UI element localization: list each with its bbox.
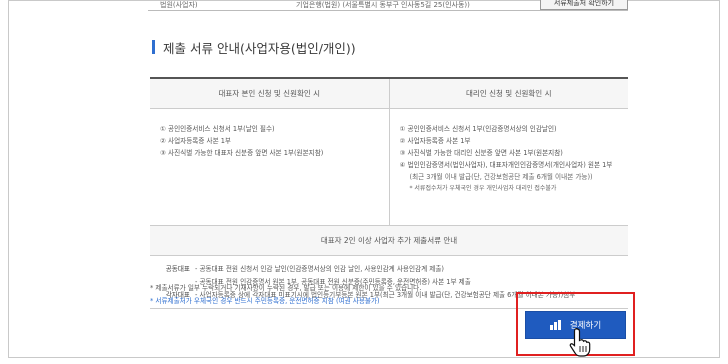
- note: * 제출서류가 일부 누락되거나 기재사항이 누락된 경우, 발급 또는 이용에…: [150, 284, 422, 292]
- divider: [148, 10, 628, 11]
- payment-icon: [549, 320, 562, 330]
- hand-pointer-icon: [569, 327, 591, 357]
- header-agent: 대리인 신청 및 신원확인 시: [388, 79, 629, 108]
- list-item: ④ 법인인감증명서(법인사업자), 대표자개인인감증명서(개인사업자) 원본 1…: [399, 161, 613, 169]
- table-row: 공동대표 - 공동대표 전원 신청서 인감 날인(인감증명서상의 인감 날인, …: [150, 263, 628, 276]
- info-cell-office: 기업은행(법원) (서울특별시 동부구 인사동5길 25(인사동)): [296, 1, 470, 9]
- list-item: ② 사업자등록증 사본 1부: [160, 137, 231, 145]
- list-item: ① 공인인증서비스 신청서 1부(날인 필수): [160, 125, 275, 133]
- document-table: 대표자 본인 신청 및 신원확인 시 대리인 신청 및 신원확인 시 ① 공인인…: [150, 77, 628, 309]
- note-link[interactable]: * 서류제출처가 우체국인 경우 반드시 주민등록증, 운전면허증 지참 (여권…: [150, 295, 421, 308]
- header-self: 대표자 본인 신청 및 신원확인 시: [218, 89, 321, 98]
- check-office-button[interactable]: 서류제출처 확인하기: [540, 0, 628, 10]
- list-item: ③ 사진식별 가능한 대표자 신분증 앞면 사본 1부(원본지참): [160, 149, 324, 157]
- row-text: - 공동대표 전원 신청서 인감 날인(인감증명서상의 인감 날인, 사용인감계…: [195, 265, 444, 273]
- title-accent-bar: [152, 40, 155, 54]
- table-body-row: ① 공인인증서비스 신청서 1부(날인 필수) ② 사업자등록증 사본 1부 ③…: [150, 109, 628, 226]
- notes: * 제출서류가 일부 누락되거나 기재사항이 누락된 경우, 발급 또는 이용에…: [150, 282, 421, 308]
- list-item: ② 사업자등록증 사본 1부: [399, 137, 471, 145]
- table-header-row: 대표자 본인 신청 및 신원확인 시 대리인 신청 및 신원확인 시: [150, 79, 628, 109]
- list-item: ① 공인인증서비스 신청서 1부(인감증명서상의 인감날인): [399, 125, 557, 133]
- multi-rep-header: 대표자 2인 이상 사업자 추가 제출서류 안내: [150, 226, 628, 256]
- row-label: 공동대표: [165, 265, 190, 273]
- list-subnote: * 서류접수처가 우체국인 경우 개인사업자 대리인 접수불가: [409, 185, 557, 192]
- self-documents: ① 공인인증서비스 신청서 1부(날인 필수) ② 사업자등록증 사본 1부 ③…: [150, 109, 389, 225]
- agent-documents: ① 공인인증서비스 신청서 1부(인감증명서상의 인감날인) ② 사업자등록증 …: [388, 109, 629, 225]
- section-title: 제출 서류 안내(사업자용(법인/개인)): [163, 41, 356, 56]
- list-subnote: (최근 3개월 이내 발급(단, 건강보험공단 제출 6개월 이내본 가능)): [409, 173, 593, 181]
- list-item: ③ 사진식별 가능한 대리인 신분증 앞면 사본 1부(원본지참): [399, 149, 563, 157]
- info-cell-type: 법원(사업자): [160, 1, 198, 9]
